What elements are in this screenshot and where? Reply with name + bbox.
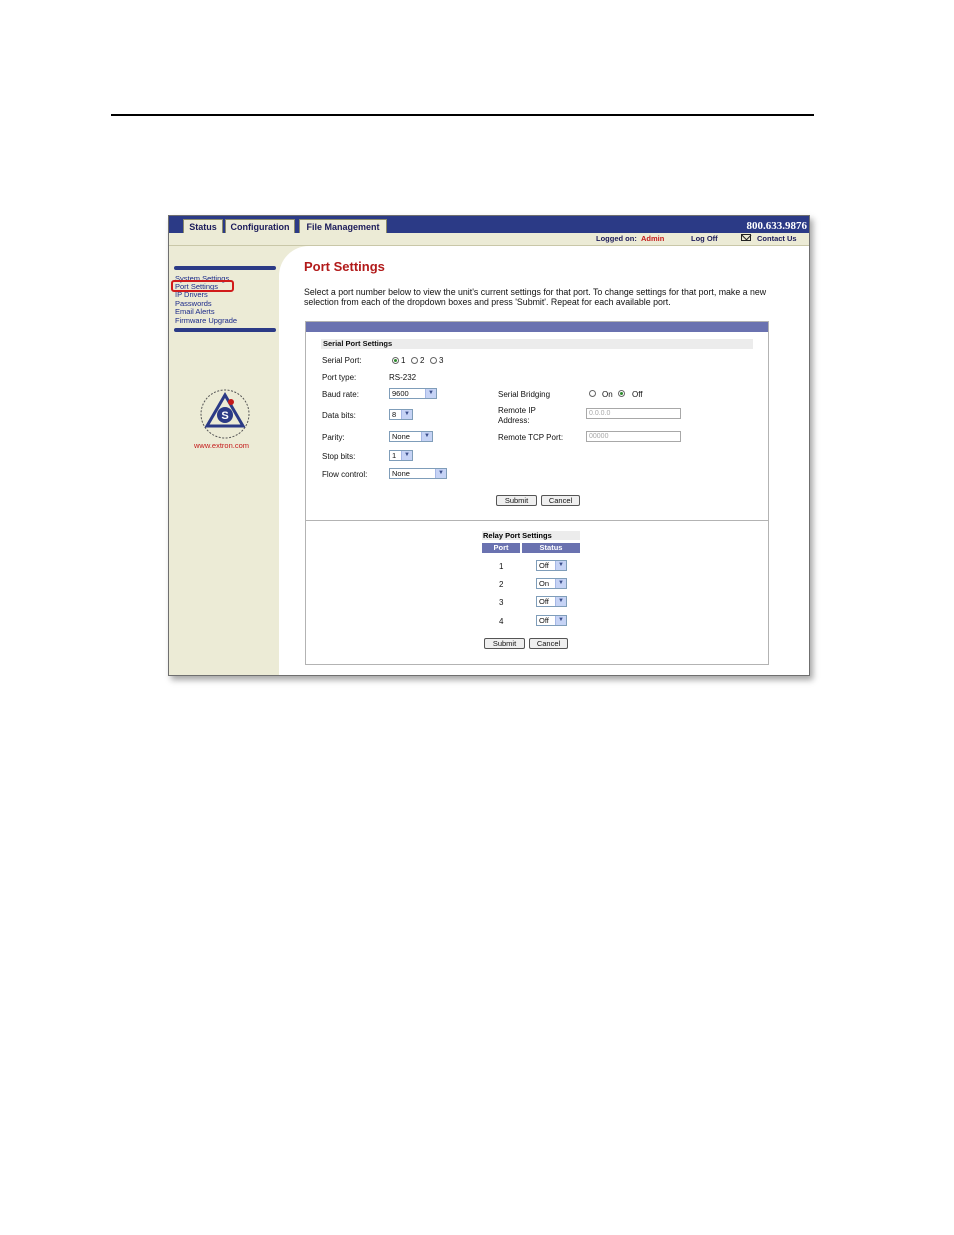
page-title: Port Settings [304, 259, 385, 274]
parity-value: None [392, 432, 410, 441]
tab-status[interactable]: Status [183, 219, 223, 233]
relay-status-value-3: Off [539, 597, 549, 606]
website-link[interactable]: www.extron.com [194, 441, 249, 450]
relay-port-heading: Relay Port Settings [482, 531, 580, 540]
browser-screenshot: Status Configuration File Management 800… [168, 215, 810, 676]
stop-bits-value: 1 [392, 451, 397, 460]
relay-status-select-3[interactable]: Off ▼ [536, 596, 567, 607]
serial-port-radio-1[interactable] [392, 357, 399, 364]
top-nav-bar: Status Configuration File Management 800… [169, 216, 809, 233]
sidebar-divider-bottom [174, 328, 276, 332]
logged-on-user: Admin [641, 234, 665, 243]
chevron-down-icon: ▼ [435, 469, 446, 478]
svg-text:S: S [221, 410, 228, 422]
relay-port-1: 1 [499, 562, 504, 571]
logged-on-label: Logged on: [596, 234, 637, 243]
relay-status-select-2[interactable]: On ▼ [536, 578, 567, 589]
chevron-down-icon: ▼ [401, 410, 412, 419]
chevron-down-icon: ▼ [401, 451, 412, 460]
user-bar: Logged on: Admin Log Off Contact Us [169, 233, 809, 246]
chevron-down-icon: ▼ [555, 616, 566, 625]
panel-header-band [306, 322, 768, 332]
relay-status-select-1[interactable]: Off ▼ [536, 560, 567, 571]
remote-tcp-port-input[interactable]: 00000 [586, 431, 681, 442]
phone-number: 800.633.9876 [746, 220, 808, 232]
relay-port-4: 4 [499, 617, 504, 626]
s3-logo-icon: S [200, 389, 250, 439]
remote-ip-input[interactable]: 0.0.0.0 [586, 408, 681, 419]
relay-col-port: Port [482, 543, 520, 553]
port-type-value: RS-232 [389, 373, 417, 382]
sidebar-divider-top [174, 266, 276, 270]
serial-bridging-label: Serial Bridging [498, 390, 551, 399]
relay-col-status: Status [522, 543, 580, 553]
parity-label: Parity: [322, 433, 345, 442]
chevron-down-icon: ▼ [555, 561, 566, 570]
remote-ip-label-line2: Address: [498, 416, 530, 425]
relay-status-value-1: Off [539, 561, 549, 570]
bridging-on-label: On [602, 390, 613, 399]
serial-port-radio-2[interactable] [411, 357, 418, 364]
relay-status-value-2: On [539, 579, 550, 588]
relay-port-2: 2 [499, 580, 504, 589]
serial-submit-button[interactable]: Submit [496, 495, 537, 506]
port-settings-highlight [171, 280, 234, 292]
serial-port-radio-1-label: 1 [401, 356, 406, 365]
serial-port-label: Serial Port: [322, 356, 362, 365]
serial-port-radio-3[interactable] [430, 357, 437, 364]
baud-rate-label: Baud rate: [322, 390, 359, 399]
baud-rate-select[interactable]: 9600 ▼ [389, 388, 437, 399]
serial-port-heading: Serial Port Settings [321, 339, 753, 349]
data-bits-select[interactable]: 8 ▼ [389, 409, 413, 420]
bridging-off-radio[interactable] [618, 390, 625, 397]
parity-select[interactable]: None ▼ [389, 431, 433, 442]
intro-text: Select a port number below to view the u… [304, 287, 767, 307]
sidebar-item-firmware-upgrade[interactable]: Firmware Upgrade [175, 316, 237, 325]
chevron-down-icon: ▼ [555, 579, 566, 588]
envelope-icon[interactable] [741, 234, 751, 241]
section-divider [306, 520, 768, 521]
flow-control-value: None [392, 469, 410, 478]
flow-control-label: Flow control: [322, 470, 368, 479]
contact-us-link[interactable]: Contact Us [757, 234, 797, 243]
bridging-on-radio[interactable] [589, 390, 596, 397]
stop-bits-select[interactable]: 1 ▼ [389, 450, 413, 461]
tab-configuration[interactable]: Configuration [225, 219, 295, 233]
sidebar-item-email-alerts[interactable]: Email Alerts [175, 307, 215, 316]
relay-cancel-button[interactable]: Cancel [529, 638, 568, 649]
page-header-rule [111, 114, 814, 116]
relay-status-select-4[interactable]: Off ▼ [536, 615, 567, 626]
relay-submit-button[interactable]: Submit [484, 638, 525, 649]
sidebar: System Settings Port Settings IP Drivers… [169, 246, 279, 675]
settings-panel: Serial Port Settings Serial Port: 1 2 3 … [305, 321, 769, 665]
relay-port-3: 3 [499, 598, 504, 607]
baud-rate-value: 9600 [392, 389, 409, 398]
serial-port-radio-3-label: 3 [439, 356, 444, 365]
flow-control-select[interactable]: None ▼ [389, 468, 447, 479]
chevron-down-icon: ▼ [425, 389, 436, 398]
tab-file-management[interactable]: File Management [299, 219, 387, 233]
stop-bits-label: Stop bits: [322, 452, 356, 461]
log-off-link[interactable]: Log Off [691, 234, 718, 243]
serial-port-radio-2-label: 2 [420, 356, 425, 365]
data-bits-label: Data bits: [322, 411, 356, 420]
remote-tcp-port-label: Remote TCP Port: [498, 433, 564, 442]
chevron-down-icon: ▼ [421, 432, 432, 441]
relay-status-value-4: Off [539, 616, 549, 625]
remote-ip-label-line1: Remote IP [498, 406, 536, 415]
bridging-off-label: Off [632, 390, 643, 399]
chevron-down-icon: ▼ [555, 597, 566, 606]
port-type-label: Port type: [322, 373, 357, 382]
data-bits-value: 8 [392, 410, 397, 419]
serial-cancel-button[interactable]: Cancel [541, 495, 580, 506]
